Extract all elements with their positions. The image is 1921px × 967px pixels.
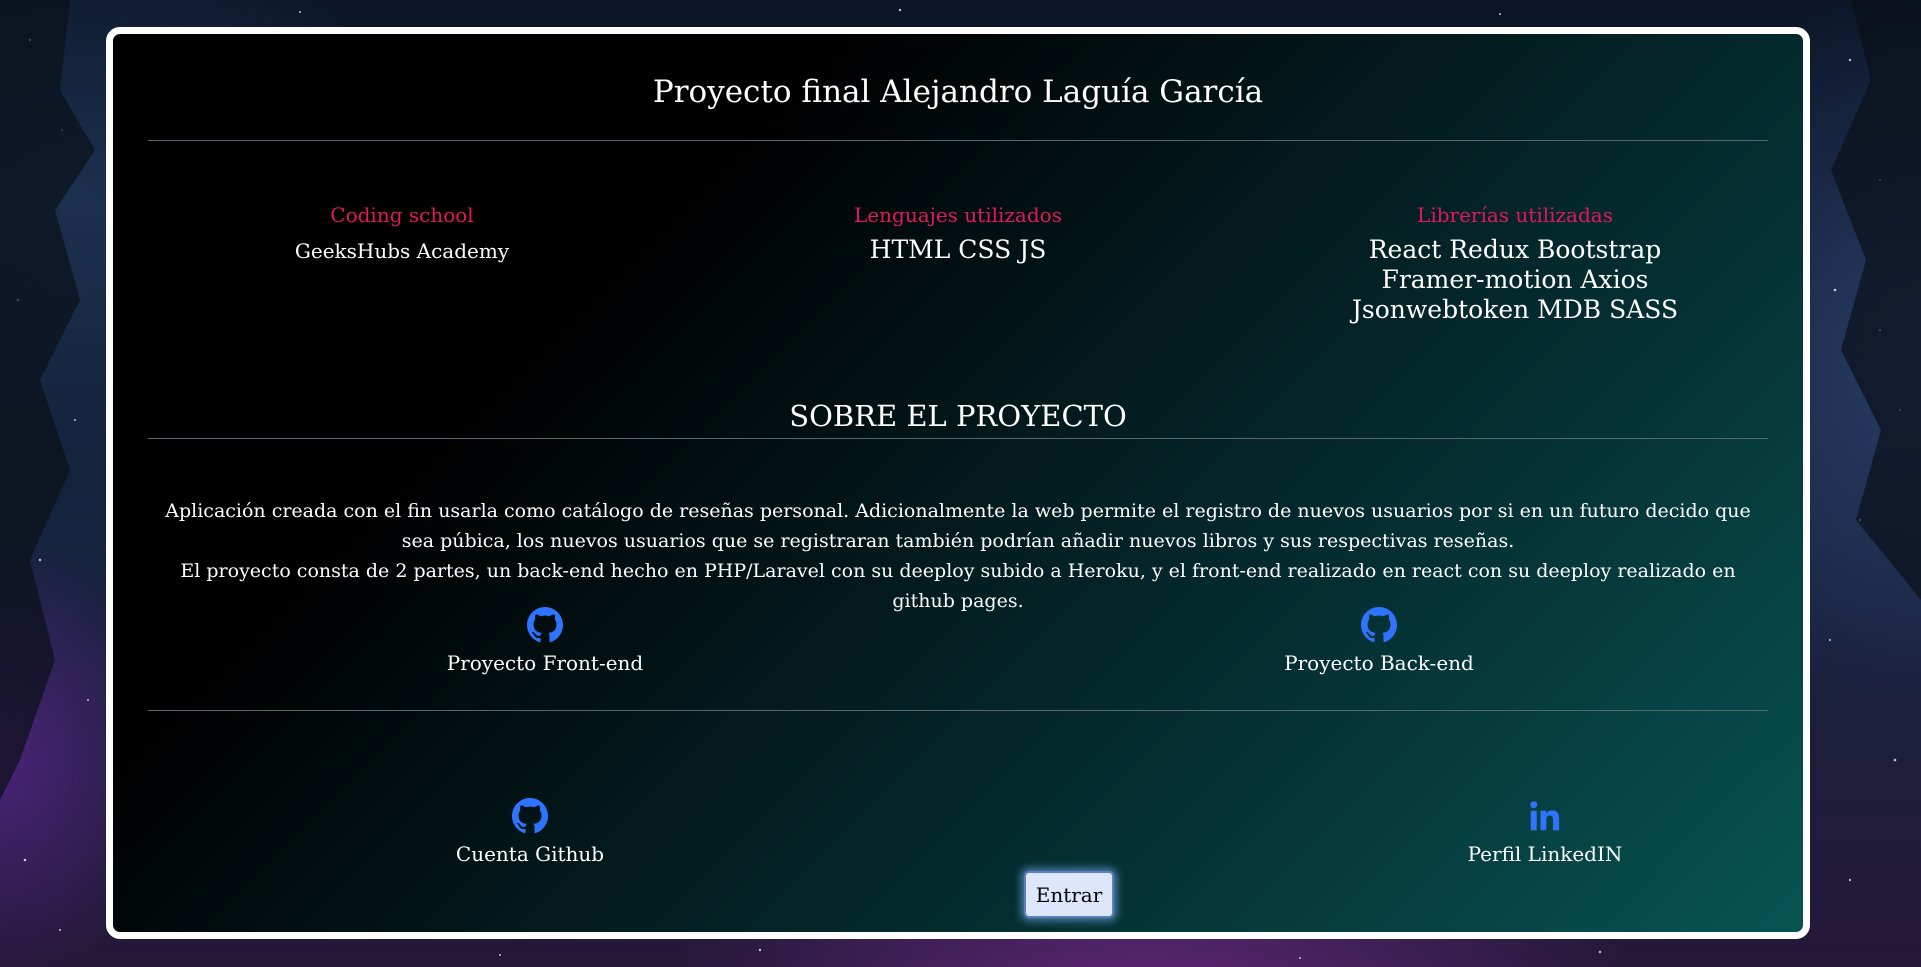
column-heading: Coding school <box>330 203 474 227</box>
linkedin-profile-link[interactable]: Perfil LinkedIN <box>1395 798 1695 868</box>
column-body: HTML CSS JS <box>869 235 1047 264</box>
about-title: SOBRE EL PROYECTO <box>789 399 1127 433</box>
project-card: Proyecto final Alejandro Laguía García C… <box>106 27 1810 939</box>
column-body: GeeksHubs Academy <box>294 239 510 263</box>
github-icon <box>380 798 680 838</box>
about-paragraph: Aplicación creada con el fin usarla como… <box>165 500 1751 552</box>
link-label: Proyecto Front-end <box>446 651 644 675</box>
linkedin-icon <box>1395 798 1695 838</box>
divider <box>148 140 1768 141</box>
github-icon <box>1229 607 1529 647</box>
enter-button[interactable]: Entrar <box>1024 871 1114 918</box>
link-label: Perfil LinkedIN <box>1467 842 1623 866</box>
page-title: Proyecto final Alejandro Laguía García <box>652 74 1264 110</box>
column-heading: Librerías utilizadas <box>1417 203 1613 227</box>
column-body: React Redux Bootstrap Framer-motion Axio… <box>1351 235 1679 324</box>
github-account-link[interactable]: Cuenta Github <box>380 798 680 868</box>
github-icon <box>395 607 695 647</box>
tree-silhouette-left <box>0 0 95 800</box>
link-label: Cuenta Github <box>455 842 605 866</box>
divider <box>148 438 1768 439</box>
back-end-project-link[interactable]: Proyecto Back-end <box>1229 607 1529 677</box>
languages-column: Lenguajes utilizados HTML CSS JS <box>708 201 1208 265</box>
front-end-project-link[interactable]: Proyecto Front-end <box>395 607 695 677</box>
tree-silhouette-right <box>1831 0 1921 600</box>
about-text: Aplicación creada con el fin usarla como… <box>148 496 1768 616</box>
link-label: Proyecto Back-end <box>1284 651 1474 675</box>
coding-school-column: Coding school GeeksHubs Academy <box>152 201 652 265</box>
divider <box>148 710 1768 711</box>
column-heading: Lenguajes utilizados <box>854 203 1062 227</box>
libraries-column: Librerías utilizadas React Redux Bootstr… <box>1265 201 1765 325</box>
